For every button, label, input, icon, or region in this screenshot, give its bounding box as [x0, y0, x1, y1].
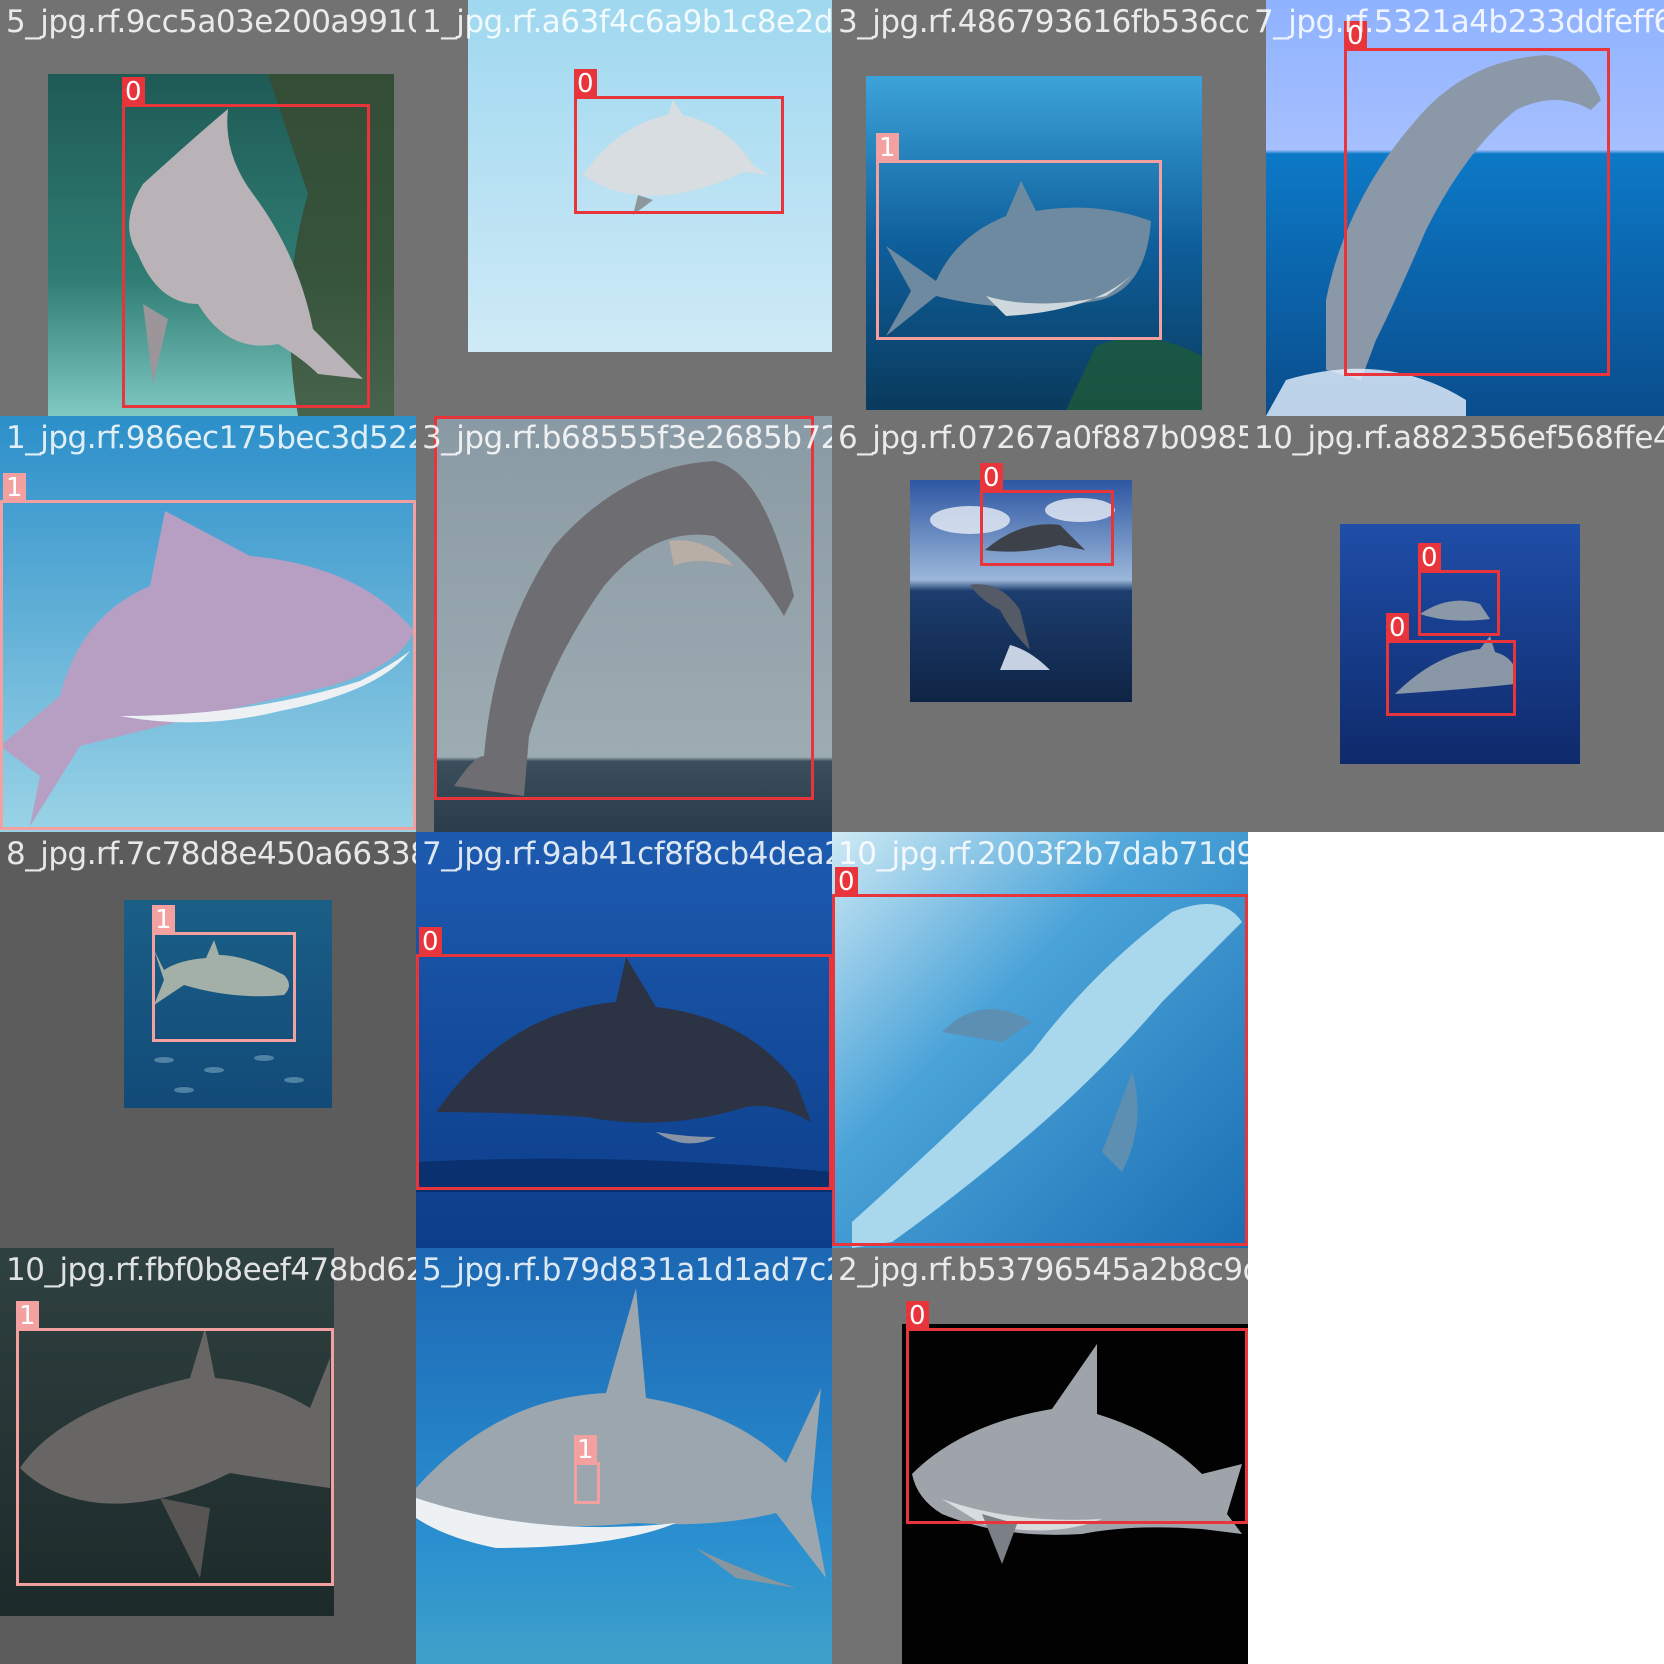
- class-label: 1: [3, 473, 26, 503]
- class-label: 0: [1418, 543, 1441, 573]
- class-label: 0: [906, 1301, 929, 1331]
- bounding-box: 1: [876, 133, 1162, 340]
- bounding-box: 0: [122, 77, 370, 408]
- shark-photo: [416, 1248, 832, 1664]
- bounding-box: 0: [906, 1301, 1248, 1524]
- bounding-box: 0: [1418, 543, 1500, 636]
- mosaic-tile: 0 7_jpg.rf.9ab41cf8f8cb4dea23d: [416, 832, 832, 1248]
- image-filename: 8_jpg.rf.7c78d8e450a66338f: [6, 836, 416, 872]
- mosaic-tile: 0 5_jpg.rf.9cc5a03e200a99104: [0, 0, 416, 416]
- mosaic-tile: 0 7_jpg.rf.5321a4b233ddfeff6: [1248, 0, 1664, 416]
- bounding-box: 1: [152, 905, 296, 1042]
- mosaic-tile: 1 3_jpg.rf.486793616fb536cdb7e9a: [832, 0, 1248, 416]
- mosaic-tile: 1 8_jpg.rf.7c78d8e450a66338f: [0, 832, 416, 1248]
- mosaic-tile: 0 2_jpg.rf.b53796545a2b8c9d3a6705fad51cf…: [832, 1248, 1248, 1664]
- image-filename: 2_jpg.rf.b53796545a2b8c9d3a6705fad51cf87: [838, 1252, 1248, 1288]
- class-label: 0: [1386, 613, 1409, 643]
- class-label: 0: [419, 927, 442, 957]
- empty-tile: [1248, 832, 1664, 1248]
- bounding-box: 0: [832, 867, 1248, 1246]
- bounding-box: 1: [0, 473, 416, 830]
- image-filename: 10_jpg.rf.a882356ef568ffe426e: [1254, 420, 1664, 456]
- bounding-box: 1: [574, 1435, 600, 1504]
- bounding-box: 0: [416, 927, 832, 1190]
- class-label: 0: [835, 867, 858, 897]
- empty-tile: [1248, 1248, 1664, 1664]
- mosaic-tile: 0 6_jpg.rf.07267a0f887b0985ba: [832, 416, 1248, 832]
- mosaic-tile: 0 3_jpg.rf.b68555f3e2685b72: [416, 416, 832, 832]
- mosaic-tile: 0 10_jpg.rf.2003f2b7dab71d908caa8c0bb04e…: [832, 832, 1248, 1248]
- mosaic-tile: 1 5_jpg.rf.b79d831a1d1ad7c2a: [416, 1248, 832, 1664]
- mosaic-tile: 1 1_jpg.rf.986ec175bec3d5227: [0, 416, 416, 832]
- image-filename: 3_jpg.rf.486793616fb536cdb7e9a: [838, 4, 1248, 40]
- class-label: 0: [434, 416, 457, 419]
- class-label: 0: [1344, 21, 1367, 51]
- class-label: 1: [876, 133, 899, 163]
- bounding-box: 0: [574, 69, 784, 214]
- class-label: 1: [152, 905, 175, 935]
- image-filename: 6_jpg.rf.07267a0f887b0985ba: [838, 420, 1248, 456]
- bounding-box: 0: [434, 416, 814, 800]
- class-label: 0: [574, 69, 597, 99]
- class-label: 1: [16, 1301, 39, 1331]
- mosaic-tile: 0 1_jpg.rf.a63f4c6a9b1c8e2d: [416, 0, 832, 416]
- bounding-box: 0: [980, 463, 1114, 566]
- mosaic-tile: 0 0 10_jpg.rf.a882356ef568ffe426e: [1248, 416, 1664, 832]
- image-filename: 5_jpg.rf.9cc5a03e200a99104: [6, 4, 416, 40]
- class-label: 0: [122, 77, 145, 107]
- class-label: 1: [574, 1435, 597, 1465]
- bounding-box: 0: [1344, 21, 1610, 376]
- detection-mosaic: 0 5_jpg.rf.9cc5a03e200a99104 0 1_jpg.rf.…: [0, 0, 1664, 1664]
- mosaic-tile: 1 10_jpg.rf.fbf0b8eef478bd624: [0, 1248, 416, 1664]
- class-label: 0: [980, 463, 1003, 493]
- bounding-box: 0: [1386, 613, 1516, 716]
- bounding-box: 1: [16, 1301, 334, 1586]
